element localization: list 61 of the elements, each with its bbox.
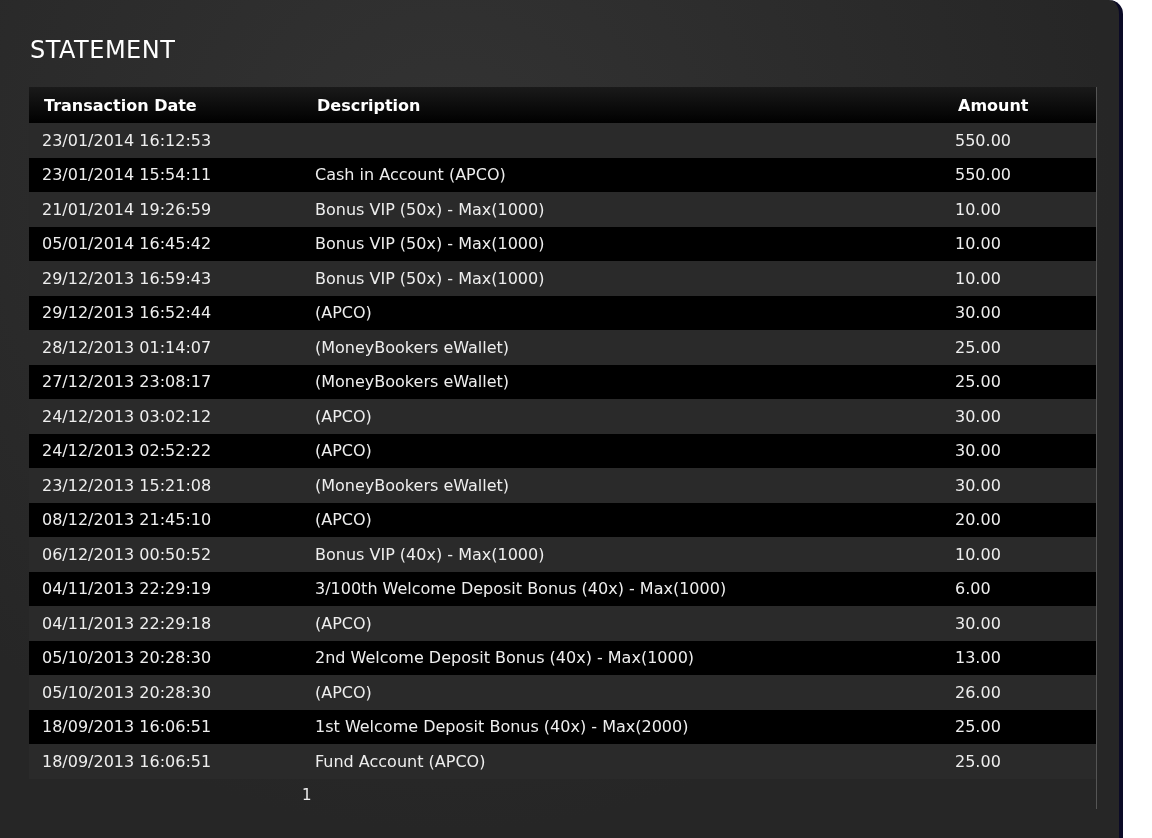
table-cell: 30.00	[955, 441, 1001, 461]
table-cell: 29/12/2013 16:59:43	[42, 268, 212, 288]
table-cell: 30.00	[955, 406, 1001, 426]
table-cell: 04/11/2013 22:29:19	[42, 579, 212, 599]
table-cell: 13.00	[955, 648, 1001, 668]
table-cell: 06/12/2013 00:50:52	[42, 544, 212, 564]
table-cell: Bonus VIP (50x) - Max(1000)	[315, 268, 545, 288]
table-cell: 3/100th Welcome Deposit Bonus (40x) - Max(1000)	[315, 579, 727, 599]
table-cell: 550.00	[955, 165, 1011, 185]
table-cell: (APCO)	[315, 510, 372, 530]
table-cell: 25.00	[955, 337, 1001, 357]
page-title: STATEMENT	[29, 35, 177, 66]
table-cell: Bonus VIP (50x) - Max(1000)	[315, 234, 545, 254]
table-cell: 25.00	[955, 751, 1001, 771]
table-cell: 21/01/2014 19:26:59	[42, 199, 212, 219]
table-cell: 25.00	[955, 717, 1001, 737]
table-cell: Bonus VIP (50x) - Max(1000)	[315, 199, 545, 219]
table-cell: 29/12/2013 16:52:44	[42, 303, 212, 323]
table-cell: 23/01/2014 15:54:11	[42, 165, 212, 185]
column-header: Amount	[957, 95, 1030, 115]
table-cell: 04/11/2013 22:29:18	[42, 613, 212, 633]
column-header: Transaction Date	[43, 95, 198, 115]
table-cell: 10.00	[955, 544, 1001, 564]
table-cell: (APCO)	[315, 303, 372, 323]
table-cell: 05/01/2014 16:45:42	[42, 234, 212, 254]
table-cell: 10.00	[955, 199, 1001, 219]
table-cell: 30.00	[955, 475, 1001, 495]
page-link[interactable]: 1	[302, 785, 312, 804]
table-cell: 20.00	[955, 510, 1001, 530]
table-cell: 05/10/2013 20:28:30	[42, 648, 212, 668]
table-cell: Fund Account (APCO)	[315, 751, 486, 771]
table-cell: 550.00	[955, 130, 1011, 150]
table-cell: 18/09/2013 16:06:51	[42, 751, 212, 771]
table-cell: 2nd Welcome Deposit Bonus (40x) - Max(1000)	[315, 648, 695, 668]
table-cell: (MoneyBookers eWallet)	[315, 337, 510, 357]
table-cell: (APCO)	[315, 682, 372, 702]
table-cell: 08/12/2013 21:45:10	[42, 510, 212, 530]
table-cell: 18/09/2013 16:06:51	[42, 717, 212, 737]
table-cell: 05/10/2013 20:28:30	[42, 682, 212, 702]
table-cell: (APCO)	[315, 406, 372, 426]
table-cell: 26.00	[955, 682, 1001, 702]
table-cell: (APCO)	[315, 441, 372, 461]
table-cell: (MoneyBookers eWallet)	[315, 475, 510, 495]
table-cell: 10.00	[955, 234, 1001, 254]
table-cell: 24/12/2013 03:02:12	[42, 406, 212, 426]
table-cell: Cash in Account (APCO)	[315, 165, 506, 185]
table-cell: 30.00	[955, 613, 1001, 633]
table-cell: (MoneyBookers eWallet)	[315, 372, 510, 392]
column-header: Description	[317, 95, 422, 115]
table-cell: Bonus VIP (40x) - Max(1000)	[315, 544, 545, 564]
table-cell: 10.00	[955, 268, 1001, 288]
table-cell: 25.00	[955, 372, 1001, 392]
table-cell: 6.00	[955, 579, 991, 599]
table-cell: 23/12/2013 15:21:08	[42, 475, 212, 495]
table-cell: 24/12/2013 02:52:22	[42, 441, 212, 461]
table-cell: 27/12/2013 23:08:17	[42, 372, 212, 392]
table-cell: 30.00	[955, 303, 1001, 323]
table-cell: 1st Welcome Deposit Bonus (40x) - Max(2000)	[315, 717, 689, 737]
table-cell: 28/12/2013 01:14:07	[42, 337, 212, 357]
table-cell: (APCO)	[315, 613, 372, 633]
table-cell: 23/01/2014 16:12:53	[42, 130, 212, 150]
